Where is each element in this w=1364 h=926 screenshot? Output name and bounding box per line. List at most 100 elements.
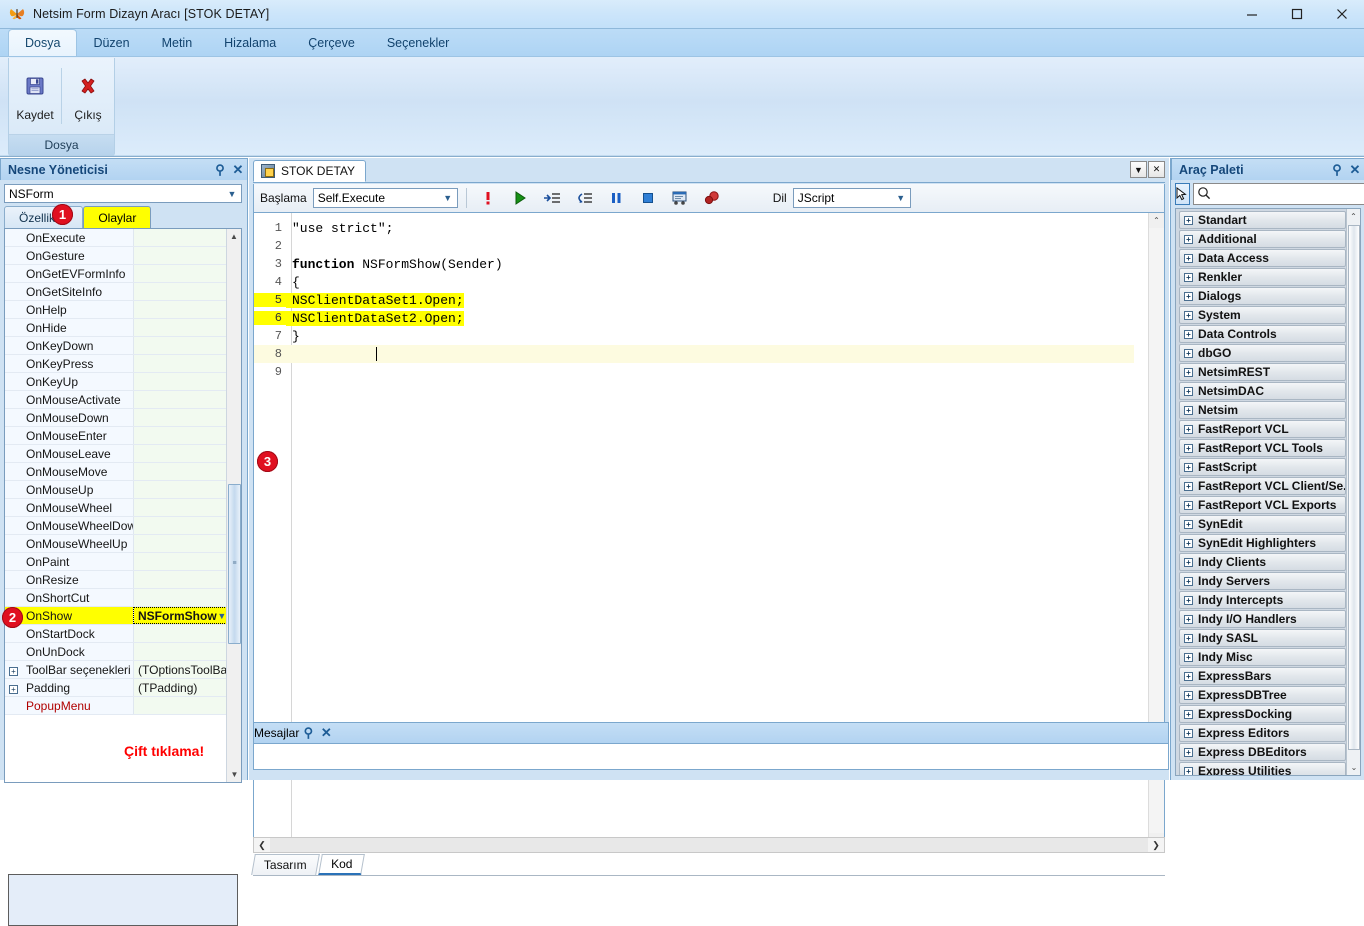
expand-plus-icon[interactable]: + bbox=[1184, 310, 1193, 320]
palette-category[interactable]: + Express DBEditors bbox=[1179, 743, 1346, 761]
palette-category[interactable]: + Express Utilities bbox=[1179, 762, 1346, 775]
editor-dropdown-button[interactable]: ▼ bbox=[1130, 161, 1147, 178]
ribbon-tab-duzen[interactable]: Düzen bbox=[77, 29, 145, 56]
editor-close-button[interactable]: ✕ bbox=[1148, 161, 1165, 178]
stop-icon[interactable] bbox=[635, 186, 661, 210]
tool-palette-categories[interactable]: + Standart + Additional + Data Access + Renkler… bbox=[1175, 208, 1361, 776]
expand-plus-icon[interactable]: + bbox=[9, 685, 18, 694]
property-row[interactable]: + Padding (TPadding) bbox=[5, 679, 227, 697]
property-row[interactable]: OnMouseWheelDowr bbox=[5, 517, 227, 535]
palette-category[interactable]: + Indy Intercepts bbox=[1179, 591, 1346, 609]
scroll-right-arrow-icon[interactable]: ❯ bbox=[1148, 838, 1164, 852]
close-button[interactable] bbox=[1319, 0, 1364, 28]
save-button[interactable]: Kaydet bbox=[9, 58, 61, 134]
expand-plus-icon[interactable]: + bbox=[1184, 443, 1193, 453]
hscroll-track[interactable] bbox=[270, 838, 1148, 852]
expand-plus-icon[interactable]: + bbox=[1184, 500, 1193, 510]
property-row[interactable]: OnMouseUp bbox=[5, 481, 227, 499]
property-value[interactable] bbox=[133, 553, 227, 570]
expand-plus-icon[interactable]: + bbox=[1184, 462, 1193, 472]
property-value[interactable] bbox=[133, 517, 227, 534]
minimize-button[interactable] bbox=[1229, 0, 1274, 28]
ribbon-tab-secenekler[interactable]: Seçenekler bbox=[371, 29, 466, 56]
expand-plus-icon[interactable]: + bbox=[1184, 576, 1193, 586]
palette-category[interactable]: + Indy Clients bbox=[1179, 553, 1346, 571]
expand-plus-icon[interactable]: + bbox=[1184, 557, 1193, 567]
property-row[interactable]: OnPaint bbox=[5, 553, 227, 571]
run-play-icon[interactable] bbox=[507, 186, 533, 210]
palette-category[interactable]: + FastReport VCL Client/Se... bbox=[1179, 477, 1346, 495]
expand-plus-icon[interactable]: + bbox=[1184, 766, 1193, 775]
expand-plus-icon[interactable]: + bbox=[9, 667, 18, 676]
palette-category[interactable]: + ExpressBars bbox=[1179, 667, 1346, 685]
property-value[interactable] bbox=[133, 535, 227, 552]
expand-plus-icon[interactable]: + bbox=[1184, 709, 1193, 719]
property-row[interactable]: OnExecute bbox=[5, 229, 227, 247]
pin-icon[interactable]: ⚲ bbox=[1328, 162, 1346, 178]
breakpoint-exclamation-icon[interactable] bbox=[475, 186, 501, 210]
search-input[interactable] bbox=[1193, 183, 1364, 205]
property-value[interactable] bbox=[133, 589, 227, 606]
palette-category[interactable]: + System bbox=[1179, 306, 1346, 324]
property-value[interactable] bbox=[133, 301, 227, 318]
palette-category[interactable]: + NetsimDAC bbox=[1179, 382, 1346, 400]
property-grid[interactable]: OnExecute OnGesture OnGetEVFormInfo OnGetSi… bbox=[4, 228, 242, 783]
expand-plus-icon[interactable]: + bbox=[1184, 272, 1193, 282]
property-value[interactable] bbox=[133, 247, 227, 264]
property-grid-scrollbar[interactable]: ▲ ≡ ▼ bbox=[226, 229, 241, 782]
property-value[interactable] bbox=[133, 643, 227, 660]
property-row[interactable]: OnShow NSFormShow ▼ bbox=[5, 607, 227, 625]
palette-category[interactable]: + Indy Servers bbox=[1179, 572, 1346, 590]
property-row[interactable]: OnHide bbox=[5, 319, 227, 337]
code-horizontal-scrollbar[interactable]: ❮ ❯ bbox=[253, 837, 1165, 853]
scrollbar-thumb[interactable] bbox=[1348, 225, 1360, 750]
tab-olaylar[interactable]: Olaylar bbox=[83, 206, 152, 229]
property-value[interactable] bbox=[133, 337, 227, 354]
property-value[interactable] bbox=[133, 355, 227, 372]
property-row[interactable]: OnMouseMove bbox=[5, 463, 227, 481]
evaluate-watch-icon[interactable] bbox=[667, 186, 693, 210]
palette-category[interactable]: + SynEdit bbox=[1179, 515, 1346, 533]
property-row[interactable]: OnShortCut bbox=[5, 589, 227, 607]
expand-plus-icon[interactable]: + bbox=[1184, 728, 1193, 738]
palette-category[interactable]: + Indy I/O Handlers bbox=[1179, 610, 1346, 628]
property-row[interactable]: PopupMenu bbox=[5, 697, 227, 715]
search-field[interactable] bbox=[1214, 186, 1364, 202]
expand-plus-icon[interactable]: + bbox=[1184, 348, 1193, 358]
scroll-up-arrow-icon[interactable]: ⌃ bbox=[1347, 209, 1360, 224]
property-value[interactable] bbox=[133, 463, 227, 480]
property-row[interactable]: OnMouseLeave bbox=[5, 445, 227, 463]
property-row[interactable]: OnGetEVFormInfo bbox=[5, 265, 227, 283]
property-value[interactable]: (TPadding) bbox=[133, 679, 227, 696]
property-row[interactable]: OnMouseActivate bbox=[5, 391, 227, 409]
expand-plus-icon[interactable]: + bbox=[1184, 386, 1193, 396]
property-value[interactable] bbox=[133, 391, 227, 408]
tab-tasarim[interactable]: Tasarım bbox=[251, 854, 320, 875]
property-value[interactable] bbox=[133, 445, 227, 462]
property-row[interactable]: OnMouseDown bbox=[5, 409, 227, 427]
property-row[interactable]: OnMouseWheelUp bbox=[5, 535, 227, 553]
close-icon[interactable]: ✕ bbox=[317, 725, 335, 741]
tool-palette-scrollbar[interactable]: ⌃ ⌄ bbox=[1346, 209, 1360, 775]
palette-category[interactable]: + FastReport VCL Tools bbox=[1179, 439, 1346, 457]
property-row[interactable]: OnUnDock bbox=[5, 643, 227, 661]
pointer-arrow-icon[interactable] bbox=[1175, 183, 1190, 205]
expand-plus-icon[interactable]: + bbox=[1184, 405, 1193, 415]
palette-category[interactable]: + Renkler bbox=[1179, 268, 1346, 286]
property-row[interactable]: OnHelp bbox=[5, 301, 227, 319]
pin-icon[interactable]: ⚲ bbox=[211, 162, 229, 178]
property-value[interactable] bbox=[133, 499, 227, 516]
step-into-icon[interactable] bbox=[539, 186, 565, 210]
expand-plus-icon[interactable]: + bbox=[1184, 538, 1193, 548]
editor-tab-stok-detay[interactable]: STOK DETAY bbox=[253, 160, 367, 182]
palette-category[interactable]: + ExpressDocking bbox=[1179, 705, 1346, 723]
expand-plus-icon[interactable]: + bbox=[1184, 652, 1193, 662]
expand-plus-icon[interactable]: + bbox=[1184, 424, 1193, 434]
ribbon-tab-hizalama[interactable]: Hizalama bbox=[208, 29, 292, 56]
step-over-icon[interactable] bbox=[571, 186, 597, 210]
property-row[interactable]: OnStartDock bbox=[5, 625, 227, 643]
close-icon[interactable]: ✕ bbox=[229, 162, 247, 178]
breakpoint-toggle-icon[interactable] bbox=[699, 186, 725, 210]
property-row[interactable]: OnKeyUp bbox=[5, 373, 227, 391]
expand-plus-icon[interactable]: + bbox=[1184, 690, 1193, 700]
